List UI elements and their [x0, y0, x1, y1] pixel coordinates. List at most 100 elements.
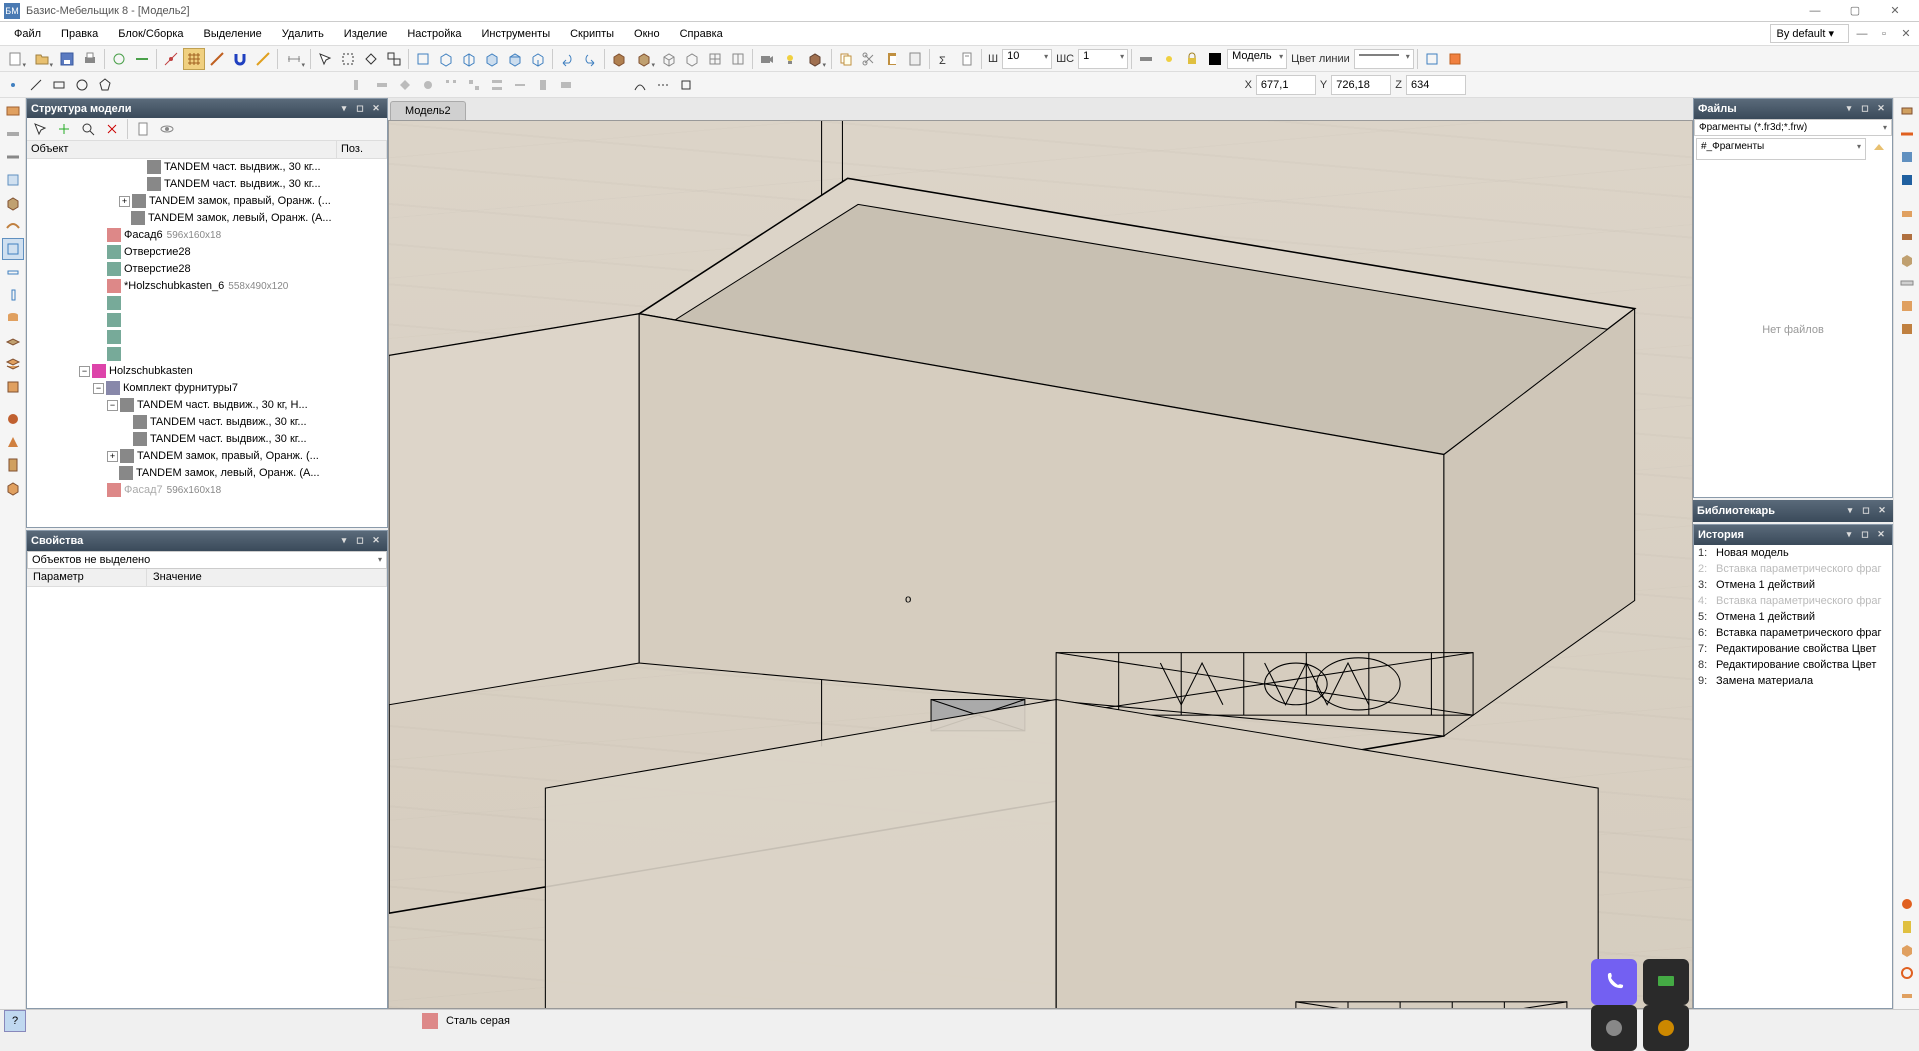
view-iso3-button[interactable] — [481, 48, 503, 70]
lt-face-button[interactable] — [2, 376, 24, 398]
history-item[interactable]: 3:Отмена 1 действий — [1694, 577, 1892, 593]
tree-item[interactable] — [27, 329, 387, 346]
mdi-restore-button[interactable]: ▫ — [1875, 25, 1893, 43]
align-button-8[interactable] — [509, 74, 531, 96]
3d-viewport[interactable]: o — [388, 120, 1693, 1009]
props-min-button[interactable]: ▾ — [337, 534, 351, 548]
tree-item[interactable] — [27, 312, 387, 329]
lt-profile-button[interactable] — [2, 146, 24, 168]
tree-cursor-icon[interactable] — [29, 118, 51, 140]
lt-sphere-button[interactable] — [2, 408, 24, 430]
draw-rect-button[interactable] — [48, 74, 70, 96]
misc1-button[interactable] — [1421, 48, 1443, 70]
librarian-panel-header[interactable]: Библиотекарь ▾ ◻ ✕ — [1693, 500, 1893, 522]
menu-select[interactable]: Выделение — [194, 24, 272, 44]
magnet-button[interactable] — [229, 48, 251, 70]
tree-doc-icon[interactable] — [132, 118, 154, 140]
line-color-combo[interactable] — [1354, 49, 1414, 69]
y-input[interactable] — [1331, 75, 1391, 95]
box-wood-button[interactable] — [631, 48, 657, 70]
measure-button[interactable] — [252, 48, 274, 70]
tree-item[interactable]: TANDEM замок, левый, Оранж. (A... — [27, 210, 387, 227]
tree-eye-icon[interactable] — [156, 118, 178, 140]
grid-button[interactable] — [183, 48, 205, 70]
curve3-button[interactable] — [675, 74, 697, 96]
gadget-4[interactable] — [1643, 1005, 1689, 1051]
rt-button-15[interactable] — [1896, 985, 1918, 1007]
rt-button-5[interactable] — [1896, 203, 1918, 225]
align-button-7[interactable] — [486, 74, 508, 96]
tree-item[interactable]: Фасад7596x160x18 — [27, 482, 387, 499]
tree-add-icon[interactable] — [53, 118, 75, 140]
rt-button-12[interactable] — [1896, 916, 1918, 938]
tree-toggle[interactable]: + — [119, 196, 130, 207]
align-button-3[interactable] — [394, 74, 416, 96]
history-item[interactable]: 2:Вставка параметрического фраг — [1694, 561, 1892, 577]
tree-item[interactable]: Отверстие28 — [27, 244, 387, 261]
hist-min-button[interactable]: ▾ — [1842, 528, 1856, 542]
z-input[interactable] — [1406, 75, 1466, 95]
view-iso4-button[interactable] — [504, 48, 526, 70]
view-iso2-button[interactable] — [458, 48, 480, 70]
history-item[interactable]: 9:Замена материала — [1694, 673, 1892, 689]
box-wire2-button[interactable] — [681, 48, 703, 70]
menu-window[interactable]: Окно — [624, 24, 670, 44]
tree-item[interactable]: −TANDEM част. выдвиж., 30 кг, Н... — [27, 397, 387, 414]
lt-slab-button[interactable] — [2, 330, 24, 352]
view-iso1-button[interactable] — [435, 48, 457, 70]
misc2-button[interactable] — [1444, 48, 1466, 70]
files-filter-combo[interactable]: Фрагменты (*.fr3d;*.frw) — [1694, 119, 1892, 136]
tree-item[interactable] — [27, 346, 387, 363]
tree-item[interactable]: −Holzschubkasten — [27, 363, 387, 380]
copy-button[interactable] — [835, 48, 857, 70]
mdi-minimize-button[interactable]: — — [1853, 25, 1871, 43]
lt-edge-button[interactable] — [2, 123, 24, 145]
menu-edit[interactable]: Правка — [51, 24, 108, 44]
dimension-button[interactable] — [281, 48, 307, 70]
draw-point-button[interactable] — [2, 74, 24, 96]
align-button-4[interactable] — [417, 74, 439, 96]
files-up-button[interactable] — [1868, 138, 1890, 160]
maximize-button[interactable]: ▢ — [1835, 0, 1875, 22]
undo-button[interactable] — [556, 48, 578, 70]
lt-h-button[interactable] — [2, 261, 24, 283]
camera-button[interactable] — [756, 48, 778, 70]
history-item[interactable]: 1:Новая модель — [1694, 545, 1892, 561]
visible-icon[interactable] — [1158, 48, 1180, 70]
menu-file[interactable]: Файл — [4, 24, 51, 44]
tree-toggle[interactable]: − — [107, 400, 118, 411]
cut-button[interactable] — [858, 48, 880, 70]
lt-door-button[interactable] — [2, 454, 24, 476]
paste-button[interactable] — [881, 48, 903, 70]
hist-close-button[interactable]: ✕ — [1874, 528, 1888, 542]
panel-close-button[interactable]: ✕ — [369, 102, 383, 116]
tree-item[interactable]: Фасад6596x160x18 — [27, 227, 387, 244]
align-button-2[interactable] — [371, 74, 393, 96]
files-close-button[interactable]: ✕ — [1874, 102, 1888, 116]
view-iso5-button[interactable] — [527, 48, 549, 70]
tree-item[interactable]: TANDEM част. выдвиж., 30 кг... — [27, 431, 387, 448]
tree-find-icon[interactable] — [77, 118, 99, 140]
draw-poly-button[interactable] — [94, 74, 116, 96]
minimize-button[interactable]: — — [1795, 0, 1835, 22]
select-button[interactable] — [314, 48, 336, 70]
files-folder-combo[interactable]: #_Фрагменты — [1696, 138, 1866, 160]
print-button[interactable] — [79, 48, 101, 70]
menu-tools[interactable]: Инструменты — [472, 24, 561, 44]
panel-pin-button[interactable]: ◻ — [353, 102, 367, 116]
history-item[interactable]: 6:Вставка параметрического фраг — [1694, 625, 1892, 641]
curve2-button[interactable] — [652, 74, 674, 96]
rt-button-4[interactable] — [1896, 169, 1918, 191]
calc-button[interactable] — [904, 48, 926, 70]
history-item[interactable]: 8:Редактирование свойства Цвет — [1694, 657, 1892, 673]
report-button[interactable] — [956, 48, 978, 70]
light-button[interactable] — [779, 48, 801, 70]
rt-button-14[interactable] — [1896, 962, 1918, 984]
tree-toggle[interactable]: − — [93, 383, 104, 394]
history-item[interactable]: 7:Редактирование свойства Цвет — [1694, 641, 1892, 657]
props-pin-button[interactable]: ◻ — [353, 534, 367, 548]
box-solid-button[interactable] — [608, 48, 630, 70]
tree-toggle[interactable]: − — [79, 366, 90, 377]
rotate-button[interactable] — [108, 48, 130, 70]
files-min-button[interactable]: ▾ — [1842, 102, 1856, 116]
